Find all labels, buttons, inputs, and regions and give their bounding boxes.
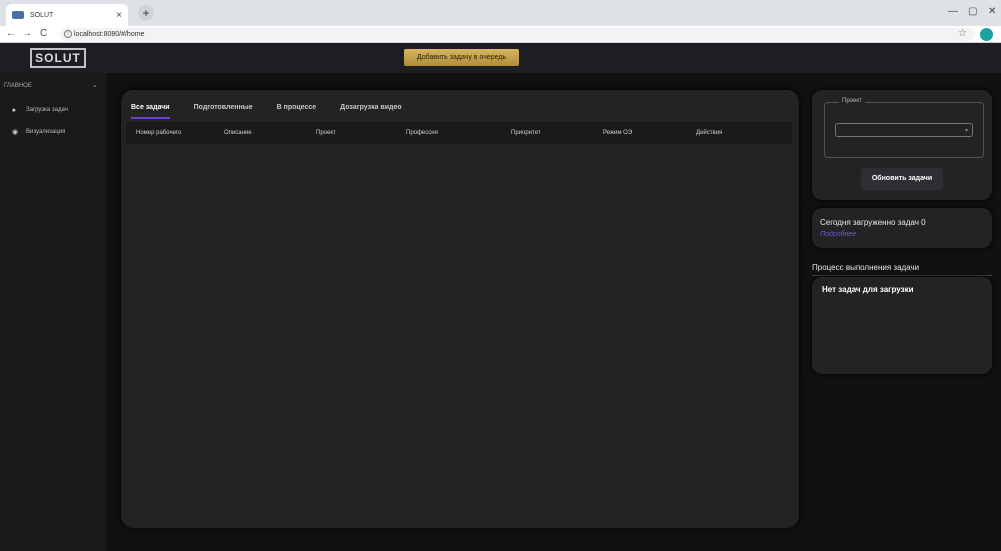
close-window-icon[interactable]: ✕ [988, 6, 996, 17]
column-header[interactable]: Описание [224, 130, 252, 136]
column-header[interactable]: Приоритет [511, 130, 541, 136]
logo[interactable]: SOLUT [30, 48, 86, 68]
task-tabs: Все задачи Подготовленные В процессе Доз… [131, 104, 426, 119]
address-bar[interactable]: i localhost:8080/#/home [60, 28, 975, 41]
no-tasks-message: Нет задач для загрузки [822, 285, 914, 294]
forward-icon[interactable]: → [22, 28, 32, 39]
project-select[interactable]: ▾ [835, 123, 973, 137]
column-header[interactable]: Действия [696, 130, 722, 136]
restore-icon[interactable]: ▢ [968, 6, 977, 17]
eye-icon: ◉ [12, 129, 19, 136]
tab-in-progress[interactable]: В процессе [277, 104, 317, 119]
tab-title: SOLUT [30, 11, 54, 19]
project-filter-panel: Проект ▾ Обновить задачи [812, 90, 992, 200]
sidebar-item-task-upload[interactable]: ♠ Загрузка задач [0, 103, 106, 117]
sidebar-item-visualization[interactable]: ◉ Визуализация [0, 125, 106, 139]
today-uploaded-count: Сегодня загруженно задач 0 [820, 218, 926, 227]
url-text: localhost:8080/#/home [74, 31, 145, 38]
home-icon: ♠ [12, 106, 16, 114]
today-stats-panel: Сегодня загруженно задач 0 Подробнее [812, 208, 992, 248]
column-header[interactable]: Номер рабочего [136, 130, 181, 136]
tasks-panel: Все задачи Подготовленные В процессе Доз… [121, 90, 799, 528]
sidebar-item-label: Загрузка задач [26, 107, 68, 113]
tab-all-tasks[interactable]: Все задачи [131, 104, 170, 119]
new-tab-button[interactable]: + [138, 5, 154, 21]
chevron-down-icon[interactable]: ⌄ [92, 81, 98, 89]
tab-close-icon[interactable]: × [116, 10, 122, 21]
divider [812, 275, 992, 276]
sidebar-section-title: ГЛАВНОЕ [4, 83, 32, 89]
bookmark-star-icon[interactable]: ☆ [958, 28, 967, 39]
task-process-panel: Нет задач для загрузки [812, 277, 992, 374]
project-label: Проект [839, 98, 865, 104]
sidebar-item-label: Визуализация [26, 129, 66, 135]
sidebar: ГЛАВНОЕ ⌄ ♠ Загрузка задач ◉ Визуализаци… [0, 73, 106, 551]
app-header: SOLUT Добавить задачу в очередь [0, 43, 1001, 73]
tab-video-reupload[interactable]: Дозагрузка видео [340, 104, 401, 119]
column-header[interactable]: Профессия [406, 130, 438, 136]
table-header: Номер рабочего Описание Проект Профессия… [126, 122, 792, 144]
minimize-icon[interactable]: — [948, 6, 958, 17]
chevron-down-icon: ▾ [964, 128, 968, 134]
favicon-icon [12, 11, 24, 19]
refresh-tasks-button[interactable]: Обновить задачи [861, 168, 943, 190]
project-fieldset: Проект ▾ [824, 98, 984, 158]
tab-prepared[interactable]: Подготовленные [194, 104, 253, 119]
back-icon[interactable]: ← [6, 28, 16, 39]
browser-tab[interactable]: SOLUT × [6, 4, 128, 26]
process-title: Процесс выполнения задачи [812, 263, 920, 272]
add-task-to-queue-button[interactable]: Добавить задачу в очередь [404, 49, 519, 66]
reload-icon[interactable]: C [40, 28, 47, 39]
more-details-link[interactable]: Подробнее [820, 231, 856, 238]
browser-toolbar: ← → C i localhost:8080/#/home ☆ [0, 26, 1001, 43]
column-header[interactable]: Режим ОЭ [603, 130, 632, 136]
profile-avatar[interactable] [980, 28, 993, 41]
browser-tab-bar: SOLUT × + — ▢ ✕ [0, 0, 1001, 26]
info-icon[interactable]: i [64, 30, 72, 38]
column-header[interactable]: Проект [316, 130, 336, 136]
